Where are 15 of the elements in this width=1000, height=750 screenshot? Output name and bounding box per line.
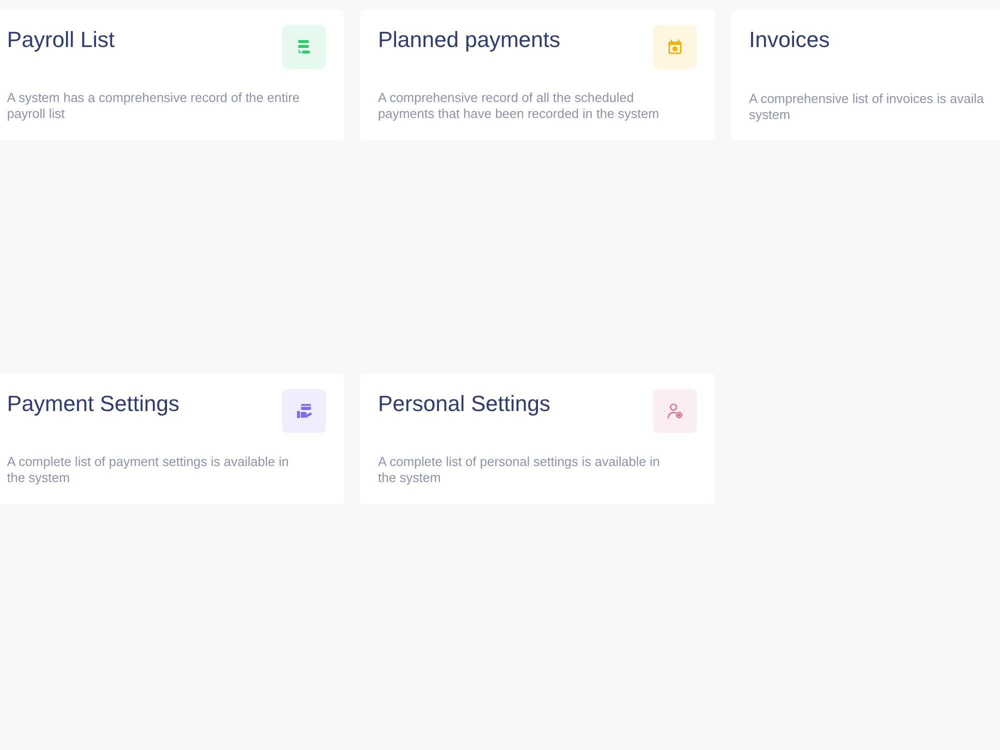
card-title: Payroll List [7, 26, 115, 54]
info-card[interactable]: Payroll List A system has a comprehensive record of the entire payroll list [0, 10, 344, 140]
card-description: A comprehensive record of all the scheduled payments that have been recorded in the system [378, 90, 660, 122]
card-description: A complete list of personal settings is available in the system [378, 454, 660, 486]
card-description: A complete list of payment settings is available in the system [7, 454, 289, 486]
card-description: A system has a comprehensive record of the entire payroll list [7, 90, 300, 122]
card-title: Payment Settings [7, 390, 180, 418]
info-card[interactable]: Payment Settings A complete list of payment settings is available in the system [0, 374, 344, 504]
card-title: Invoices [749, 26, 830, 54]
card-description: A comprehensive list of invoices is availa system [749, 91, 984, 123]
info-card[interactable]: Personal Settings A complete list of personal settings is available in the system [360, 374, 715, 504]
info-card[interactable]: Invoices A comprehensive list of invoices is availa system [731, 10, 1000, 140]
card-title: Personal Settings [378, 390, 550, 418]
info-card[interactable]: Planned payments A comprehensive record of all the scheduled payments that have been recorded in the system [360, 10, 715, 140]
card-title: Planned payments [378, 26, 560, 54]
